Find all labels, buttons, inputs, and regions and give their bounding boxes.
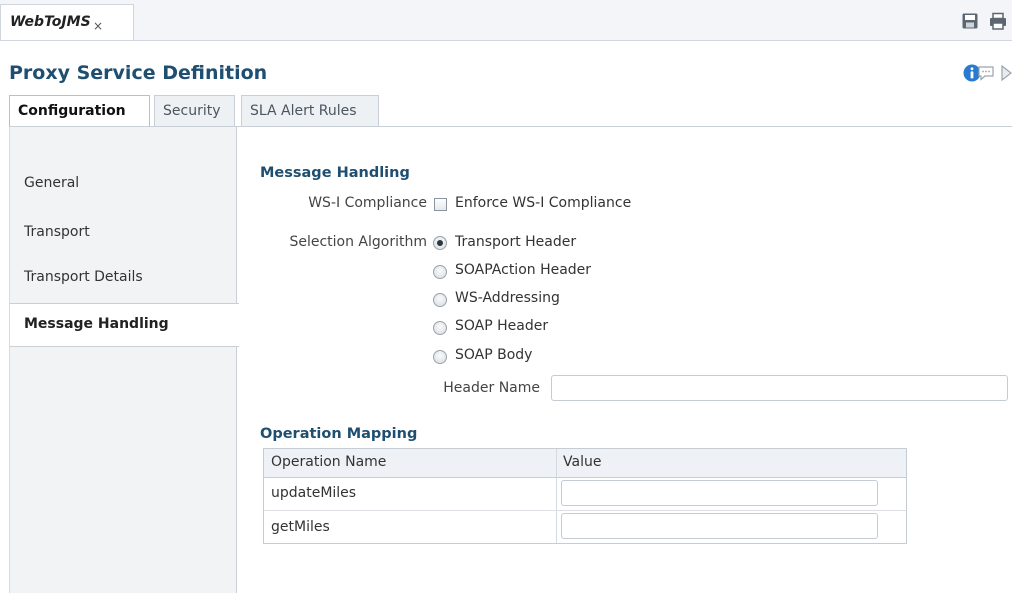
table-row: updateMiles xyxy=(264,477,906,511)
ws-i-compliance-label: WS-I Compliance xyxy=(308,195,427,211)
nav-item-label: General xyxy=(24,175,80,191)
radio-label-soap-header[interactable]: SOAP Header xyxy=(455,318,548,334)
table-header-row: Operation Name Value xyxy=(264,449,906,478)
table-row: getMiles xyxy=(264,511,906,544)
enforce-ws-i-label[interactable]: Enforce WS-I Compliance xyxy=(455,195,631,211)
column-header-operation-name: Operation Name xyxy=(271,454,387,470)
header-name-label: Header Name xyxy=(443,380,540,396)
tab-security-label: Security xyxy=(163,103,221,119)
operation-mapping-title: Operation Mapping xyxy=(260,426,418,442)
enforce-ws-i-checkbox[interactable] xyxy=(434,198,447,211)
editor-tab-title: WebToJMS xyxy=(10,14,91,30)
radio-soap-header[interactable] xyxy=(433,321,447,335)
print-icon[interactable] xyxy=(989,12,1007,30)
radio-label-soapaction-header[interactable]: SOAPAction Header xyxy=(455,262,591,278)
nav-item-transport-details[interactable]: Transport Details xyxy=(10,269,238,293)
nav-item-message-handling[interactable]: Message Handling xyxy=(10,303,239,347)
tab-security[interactable]: Security xyxy=(154,95,235,126)
nav-item-general[interactable]: General xyxy=(10,175,238,199)
editor-tab-webtojms[interactable]: WebToJMS × xyxy=(0,4,134,40)
save-icon[interactable] xyxy=(961,12,979,30)
nav-item-transport[interactable]: Transport xyxy=(10,224,238,248)
radio-transport-header[interactable] xyxy=(433,236,447,250)
operation-name-cell: updateMiles xyxy=(271,485,357,501)
nav-item-label: Transport Details xyxy=(24,269,143,285)
selection-algorithm-label: Selection Algorithm xyxy=(289,234,427,250)
operation-name-cell: getMiles xyxy=(271,519,330,535)
value-input[interactable] xyxy=(561,480,878,506)
tab-configuration[interactable]: Configuration xyxy=(9,95,150,127)
left-nav: General Transport Transport Details Mess… xyxy=(9,127,239,593)
tab-configuration-label: Configuration xyxy=(18,103,126,119)
nav-item-label: Transport xyxy=(24,224,90,240)
column-header-value: Value xyxy=(563,454,602,470)
tab-sla-alert-rules[interactable]: SLA Alert Rules xyxy=(241,95,379,126)
operation-mapping-table: Operation Name Value updateMiles getMile… xyxy=(263,448,907,544)
message-handling-title: Message Handling xyxy=(260,165,410,181)
radio-ws-addressing[interactable] xyxy=(433,293,447,307)
tab-sla-alert-rules-label: SLA Alert Rules xyxy=(250,103,357,119)
page-title: Proxy Service Definition xyxy=(9,62,268,84)
header-name-input[interactable] xyxy=(551,375,1008,401)
radio-soap-body[interactable] xyxy=(433,350,447,364)
radio-label-transport-header[interactable]: Transport Header xyxy=(455,234,576,250)
value-input[interactable] xyxy=(561,513,878,539)
nav-item-label: Message Handling xyxy=(24,316,169,332)
editor-tab-strip: WebToJMS × xyxy=(0,0,1012,41)
close-icon[interactable]: × xyxy=(93,19,103,33)
radio-soapaction-header[interactable] xyxy=(433,265,447,279)
play-icon[interactable] xyxy=(1001,64,1012,86)
radio-label-ws-addressing[interactable]: WS-Addressing xyxy=(455,290,560,306)
comment-icon[interactable] xyxy=(977,64,995,86)
radio-label-soap-body[interactable]: SOAP Body xyxy=(455,347,532,363)
